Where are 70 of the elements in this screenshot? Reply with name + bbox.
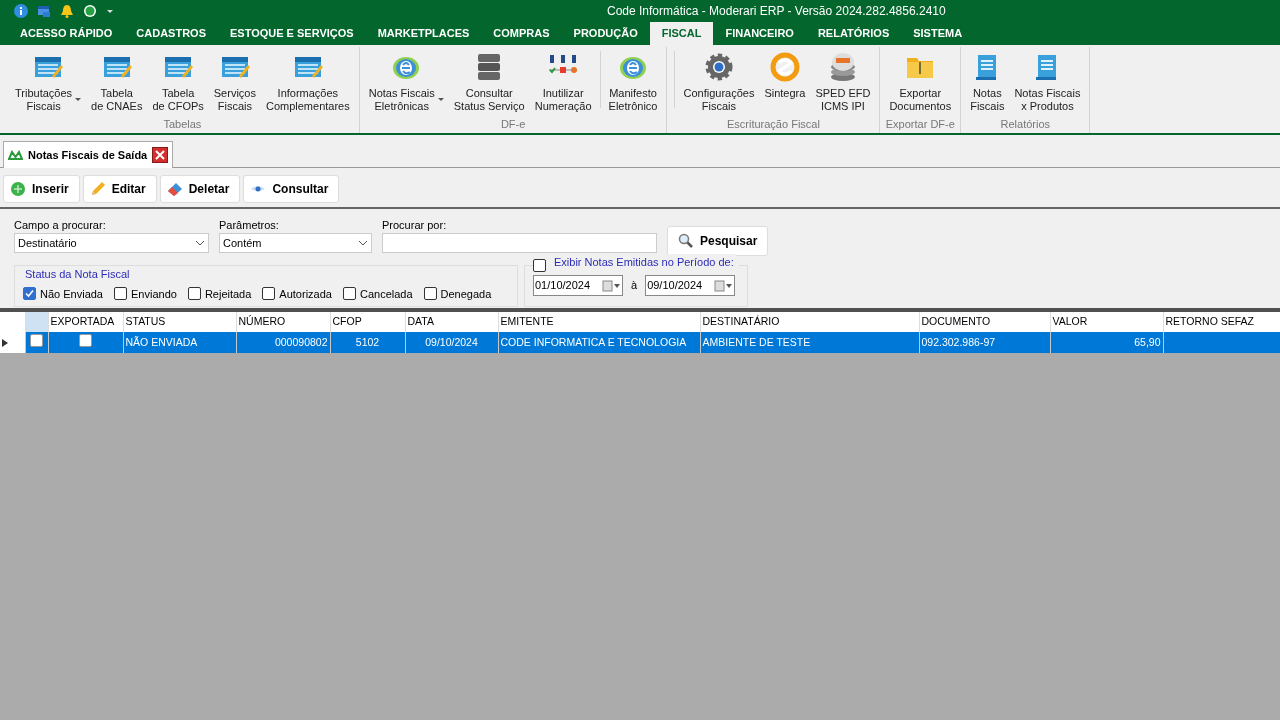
ribbon-button[interactable]: Configurações Fiscais [678, 47, 760, 113]
column-header[interactable]: DOCUMENTO [919, 312, 1050, 332]
table-cell: 09/10/2024 [405, 332, 498, 353]
search-button[interactable]: Pesquisar [667, 226, 769, 256]
column-header[interactable]: EXPORTADA [48, 312, 123, 332]
date-field[interactable]: 09/10/2024 [645, 275, 736, 296]
menu-tab[interactable]: FISCAL [649, 22, 714, 45]
plus-button[interactable]: Inserir [3, 175, 80, 203]
menu-tab[interactable]: CADASTROS [124, 22, 218, 45]
checkbox-label: Enviando [131, 286, 177, 302]
range-separator: à [631, 278, 638, 294]
checkbox-label: Autorizada [279, 286, 332, 302]
field-label: Campo a procurar: [14, 218, 107, 233]
group-caption: Relatórios [999, 117, 1052, 132]
menu-tab[interactable]: COMPRAS [481, 22, 562, 45]
ribbon-button[interactable]: Tabela de CFOPs [147, 47, 209, 113]
date-field[interactable]: 01/10/2024 [533, 275, 623, 296]
pencil-button[interactable]: Editar [82, 175, 157, 203]
group-caption: Exportar DF-e [884, 117, 956, 132]
field-label: Procurar por: [382, 218, 448, 233]
menu-tab[interactable]: FINANCEIRO [713, 22, 806, 45]
column-header[interactable]: RETORNO SEFAZ [1163, 312, 1280, 332]
ribbon-button[interactable]: Consultar Status Serviço [448, 47, 530, 113]
table-cell: 65,90 [1050, 332, 1163, 353]
column-header[interactable]: CFOP [330, 312, 405, 332]
eraser-button[interactable]: Deletar [159, 175, 241, 203]
menu-tab[interactable]: SISTEMA [901, 22, 975, 45]
group-caption: DF-e [499, 117, 527, 132]
column-header[interactable]: NÚMERO [236, 312, 330, 332]
ribbon-button[interactable]: Notas Fiscais [965, 47, 1010, 113]
group-caption: Escrituração Fiscal [725, 117, 821, 132]
column-header[interactable]: DATA [405, 312, 498, 332]
checkbox-label: Denegada [440, 286, 492, 302]
ribbon-button[interactable]: Notas Fiscais x Produtos [1009, 47, 1086, 113]
ribbon-button[interactable]: Informações Complementares [260, 47, 355, 113]
menu-tab[interactable]: MARKETPLACES [365, 22, 482, 45]
ribbon-button[interactable]: Notas Fiscais Eletrônicas [363, 47, 449, 113]
eye-button[interactable]: Consultar [243, 175, 340, 203]
dropdown[interactable]: Destinatário [14, 233, 209, 253]
table-cell: CODE INFORMATICA E TECNOLOGIA [498, 332, 700, 353]
table-cell: 000090802 [236, 332, 330, 353]
menu-tab[interactable]: PRODUÇÃO [561, 22, 650, 45]
ribbon-button[interactable]: Serviços Fiscais [208, 47, 261, 113]
document-tab[interactable]: Notas Fiscais de Saída [3, 141, 174, 168]
table-cell: 092.302.986-97 [919, 332, 1050, 353]
column-header[interactable]: EMITENTE [498, 312, 700, 332]
ribbon-button[interactable]: Sintegra [759, 47, 811, 100]
table-cell: 5102 [330, 332, 405, 353]
group-caption: Tabelas [162, 117, 203, 132]
window-title: Code Informática - Moderari ERP - Versão 2024.282.4856.2410 [607, 3, 946, 20]
ribbon-button[interactable]: Tabela de CNAEs [86, 47, 148, 113]
ribbon-button[interactable]: Exportar Documentos [884, 47, 957, 113]
ribbon-button[interactable]: SPED EFD ICMS IPI [810, 47, 876, 113]
table-cell: AMBIENTE DE TESTE [700, 332, 919, 353]
dropdown[interactable]: Contém [219, 233, 372, 253]
menu-tab[interactable]: ACESSO RÁPIDO [8, 22, 125, 45]
column-header[interactable]: DESTINATÁRIO [700, 312, 919, 332]
table-cell: NÃO ENVIADA [123, 332, 236, 353]
ribbon-button[interactable]: Tributações Fiscais [10, 47, 87, 113]
checkbox-label: Cancelada [359, 286, 413, 302]
ribbon-button[interactable]: Manifesto Eletrônico [603, 47, 663, 113]
menu-tab[interactable]: RELATÓRIOS [805, 22, 902, 45]
column-header[interactable]: STATUS [123, 312, 236, 332]
ribbon-button[interactable]: Inutilizar Numeração [529, 47, 597, 113]
menu-tab[interactable]: ESTOQUE E SERVIÇOS [217, 22, 366, 45]
checkbox-label: Não Enviada [40, 286, 103, 302]
checkbox-label: Rejeitada [204, 286, 252, 302]
table-row[interactable]: NÃO ENVIADA 000090802 5102 09/10/2024 CODE INFORMATICA E TECNOLOGIA AMBIENTE DE TESTE 092.302.986-97 65,90 [0, 332, 1280, 353]
column-header[interactable]: VALOR [1050, 312, 1163, 332]
field-label: Parâmetros: [219, 218, 280, 233]
